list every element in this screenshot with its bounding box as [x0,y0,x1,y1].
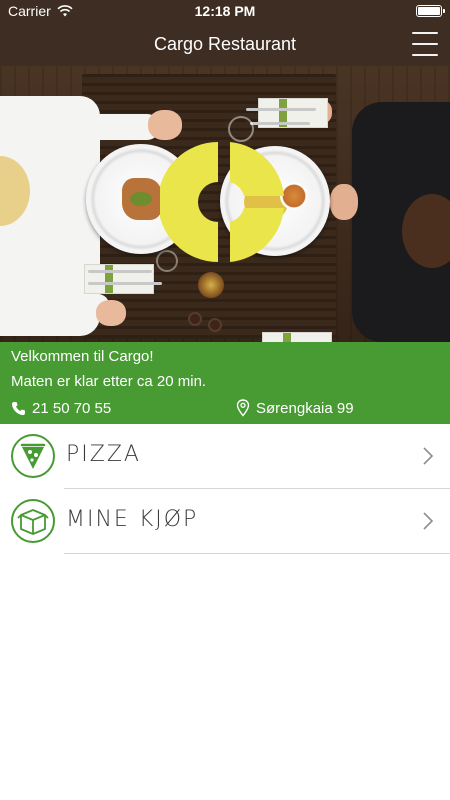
candle [198,272,224,298]
hand [96,300,126,326]
cargo-logo [160,142,284,262]
menu-line [412,54,438,56]
menu-item-pizza[interactable]: PIZZA [0,424,450,489]
wait-time-text: Maten er klar etter ca 20 min. [11,373,207,390]
hero-image [0,66,450,342]
divider [64,553,450,554]
package-box-graphic [17,509,49,535]
menu-list: PIZZA MINE KJØP [0,424,450,554]
address-text: Sørengkaia 99 [256,399,354,417]
hand [330,184,358,220]
address-link[interactable]: Sørengkaia 99 [236,399,354,417]
menu-line [412,43,438,45]
napkin [262,332,332,342]
phone-number: 21 50 70 55 [32,400,112,417]
page-title: Cargo Restaurant [153,34,297,54]
phone-icon [11,401,26,416]
menu-item-mine-kjop[interactable]: MINE KJØP [0,489,450,554]
battery-icon [416,5,445,17]
pizza-slice-graphic [20,443,46,469]
restaurant-info-panel: Velkommen til Cargo! Maten er klar etter… [0,342,450,424]
utensil [246,108,316,111]
hamburger-menu-icon[interactable] [412,30,438,58]
welcome-text: Velkommen til Cargo! [11,348,154,365]
menu-line [412,32,438,34]
nav-bar: Cargo Restaurant [0,22,450,66]
menu-item-label: PIZZA [66,442,141,467]
shaker [188,312,202,326]
hand [148,110,182,140]
location-pin-icon [236,399,250,417]
chevron-right-icon [423,447,434,465]
utensil [88,270,152,273]
utensil [250,122,310,125]
arm [60,114,160,140]
shaker [208,318,222,332]
status-bar: Carrier 12:18 PM [0,0,450,22]
package-box-icon [11,499,55,543]
battery-level [418,7,440,15]
napkin [84,264,154,294]
food [130,192,152,206]
chevron-right-icon [423,512,434,530]
menu-item-label: MINE KJØP [66,507,199,532]
utensil [88,282,162,285]
phone-link[interactable]: 21 50 70 55 [11,400,111,417]
pizza-slice-icon [11,434,55,478]
status-time: 12:18 PM [194,3,256,19]
